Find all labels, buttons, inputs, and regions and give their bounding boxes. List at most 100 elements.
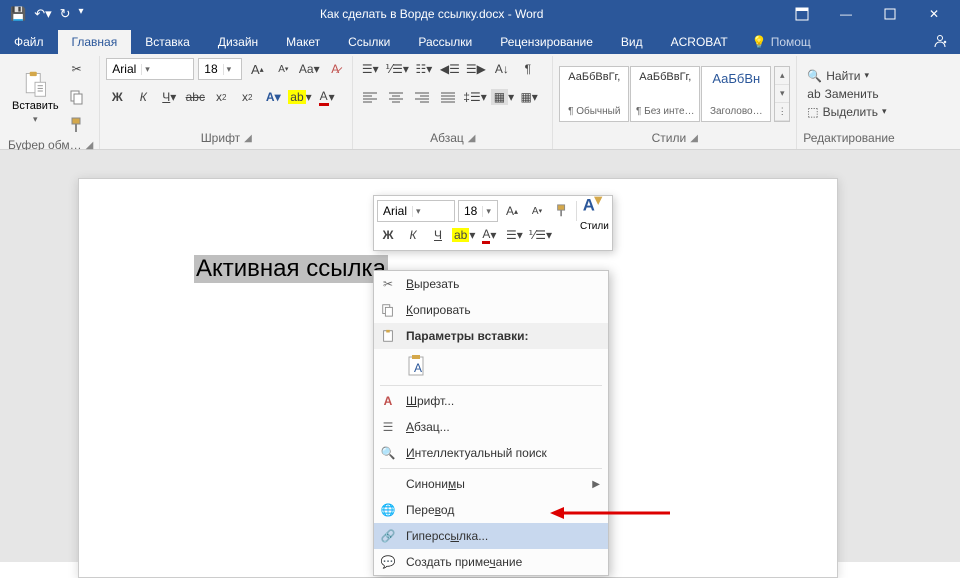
superscript-button[interactable]: x2 <box>236 86 258 108</box>
annotation-arrow <box>550 503 670 523</box>
decrease-indent-icon[interactable]: ◀☰ <box>439 58 461 80</box>
tab-layout[interactable]: Макет <box>272 30 334 54</box>
menu-smart-lookup[interactable]: 🔍Интеллектуальный поиск <box>374 440 608 466</box>
mini-font-name[interactable]: Arial▾ <box>377 200 455 222</box>
tab-file[interactable]: Файл <box>0 30 58 54</box>
mini-bold[interactable]: Ж <box>377 224 399 246</box>
menu-new-comment[interactable]: 💬Создать примечание <box>374 549 608 575</box>
undo-icon[interactable]: ↶▾ <box>34 6 51 22</box>
tab-review[interactable]: Рецензирование <box>486 30 607 54</box>
underline-button[interactable]: Ч▾ <box>158 86 180 108</box>
mini-font-color-icon[interactable]: A▾ <box>478 224 500 246</box>
style-heading[interactable]: АаБбВнЗаголово… <box>701 66 771 122</box>
styles-gallery-nav[interactable]: ▴▾⋮ <box>774 66 790 122</box>
align-center-icon[interactable] <box>385 86 407 108</box>
grow-font-icon[interactable]: A▴ <box>246 58 268 80</box>
font-color-icon[interactable]: A▾ <box>316 86 338 108</box>
paste-icon <box>378 329 398 343</box>
mini-underline[interactable]: Ч <box>427 224 449 246</box>
maximize-button[interactable] <box>868 0 912 28</box>
ribbon-display-icon[interactable] <box>780 0 824 28</box>
font-name-dropdown[interactable]: Arial▾ <box>106 58 194 80</box>
line-spacing-icon[interactable]: ‡☰▾ <box>463 86 486 108</box>
tab-acrobat[interactable]: ACROBAT <box>657 30 742 54</box>
mini-italic[interactable]: К <box>402 224 424 246</box>
select-icon: ⬚ <box>807 105 818 119</box>
style-nospacing[interactable]: АаБбВвГг,¶ Без инте… <box>630 66 700 122</box>
redo-icon[interactable]: ↻ <box>60 6 71 22</box>
mini-grow-icon[interactable]: A▴ <box>501 200 523 222</box>
mini-bullets-icon[interactable]: ☰▾ <box>503 224 525 246</box>
mini-shrink-icon[interactable]: A▾ <box>526 200 548 222</box>
replace-icon: ab <box>807 87 820 101</box>
share-icon[interactable] <box>920 28 960 54</box>
comment-icon: 💬 <box>378 555 398 569</box>
justify-icon[interactable] <box>437 86 459 108</box>
tab-references[interactable]: Ссылки <box>334 30 404 54</box>
group-editing: 🔍Найти▾ abЗаменить ⬚Выделить▾ Редактиров… <box>797 56 900 149</box>
mini-highlight-icon[interactable]: ab▾ <box>452 224 475 246</box>
borders-icon[interactable]: ▦▾ <box>518 86 540 108</box>
multilevel-icon[interactable]: ☷▾ <box>413 58 435 80</box>
tab-view[interactable]: Вид <box>607 30 657 54</box>
text-effects-icon[interactable]: A▾ <box>262 86 284 108</box>
menu-cut[interactable]: ✂ВВырезатьырезать <box>374 271 608 297</box>
replace-button[interactable]: abЗаменить <box>807 87 886 101</box>
tell-me[interactable]: 💡Помощ <box>742 30 821 54</box>
mini-styles-button[interactable]: A Стили <box>580 191 609 232</box>
dialog-launcher-icon[interactable]: ◢ <box>690 133 698 144</box>
document-title: Как сделать в Ворде ссылку.docx - Word <box>84 7 780 21</box>
paste-button[interactable]: Вставить ▾ <box>8 68 63 127</box>
tab-home[interactable]: Главная <box>58 30 132 54</box>
change-case-icon[interactable]: Aa▾ <box>298 58 320 80</box>
translate-icon: 🌐 <box>378 503 398 517</box>
mini-font-size[interactable]: 18▾ <box>458 200 498 222</box>
shading-icon[interactable]: ▦▾ <box>491 86 514 108</box>
menu-paste-option[interactable]: A <box>374 349 608 383</box>
copy-icon <box>378 303 398 317</box>
font-size-dropdown[interactable]: 18▾ <box>198 58 242 80</box>
italic-button[interactable]: К <box>132 86 154 108</box>
tab-insert[interactable]: Вставка <box>131 30 204 54</box>
close-button[interactable]: ✕ <box>912 0 956 28</box>
cut-icon[interactable]: ✂ <box>66 58 88 80</box>
sort-icon[interactable]: A↓ <box>491 58 513 80</box>
increase-indent-icon[interactable]: ☰▶ <box>465 58 487 80</box>
group-clipboard: Вставить ▾ ✂ Буфер обм…◢ <box>2 56 100 149</box>
copy-icon[interactable] <box>66 86 88 108</box>
menu-paragraph[interactable]: ☰Абзац... <box>374 414 608 440</box>
menu-hyperlink[interactable]: 🔗Гиперссылка... <box>374 523 608 549</box>
highlight-icon[interactable]: ab▾ <box>288 86 311 108</box>
select-button[interactable]: ⬚Выделить▾ <box>807 105 886 119</box>
style-normal[interactable]: АаБбВвГг,¶ Обычный <box>559 66 629 122</box>
find-button[interactable]: 🔍Найти▾ <box>807 69 886 83</box>
save-icon[interactable]: 💾 <box>10 6 26 22</box>
tab-design[interactable]: Дизайн <box>204 30 272 54</box>
subscript-button[interactable]: x2 <box>210 86 232 108</box>
paste-keep-formatting-icon[interactable]: A <box>406 354 430 378</box>
dialog-launcher-icon[interactable]: ◢ <box>244 133 252 144</box>
bullets-icon[interactable]: ☰▾ <box>359 58 381 80</box>
dialog-launcher-icon[interactable]: ◢ <box>86 140 94 151</box>
clear-format-icon[interactable]: A̷ <box>324 58 346 80</box>
format-painter-icon[interactable] <box>66 114 88 136</box>
show-marks-icon[interactable]: ¶ <box>517 58 539 80</box>
bulb-icon: 💡 <box>752 35 767 49</box>
svg-text:A: A <box>583 195 595 214</box>
tab-mailings[interactable]: Рассылки <box>404 30 486 54</box>
mini-format-painter-icon[interactable] <box>551 200 573 222</box>
menu-font[interactable]: AШрифт... <box>374 388 608 414</box>
align-left-icon[interactable] <box>359 86 381 108</box>
minimize-button[interactable]: — <box>824 0 868 28</box>
ribbon: Вставить ▾ ✂ Буфер обм…◢ Arial▾ 18▾ A▴ A… <box>0 54 960 150</box>
menu-synonyms[interactable]: Синонимы▶ <box>374 471 608 497</box>
selected-text[interactable]: Активная ссылка <box>194 255 388 283</box>
bold-button[interactable]: Ж <box>106 86 128 108</box>
align-right-icon[interactable] <box>411 86 433 108</box>
menu-copy[interactable]: Копировать <box>374 297 608 323</box>
numbering-icon[interactable]: ⅟☰▾ <box>385 58 409 80</box>
mini-numbering-icon[interactable]: ⅟☰▾ <box>528 224 552 246</box>
strike-button[interactable]: abc <box>184 86 206 108</box>
dialog-launcher-icon[interactable]: ◢ <box>468 133 476 144</box>
shrink-font-icon[interactable]: A▾ <box>272 58 294 80</box>
